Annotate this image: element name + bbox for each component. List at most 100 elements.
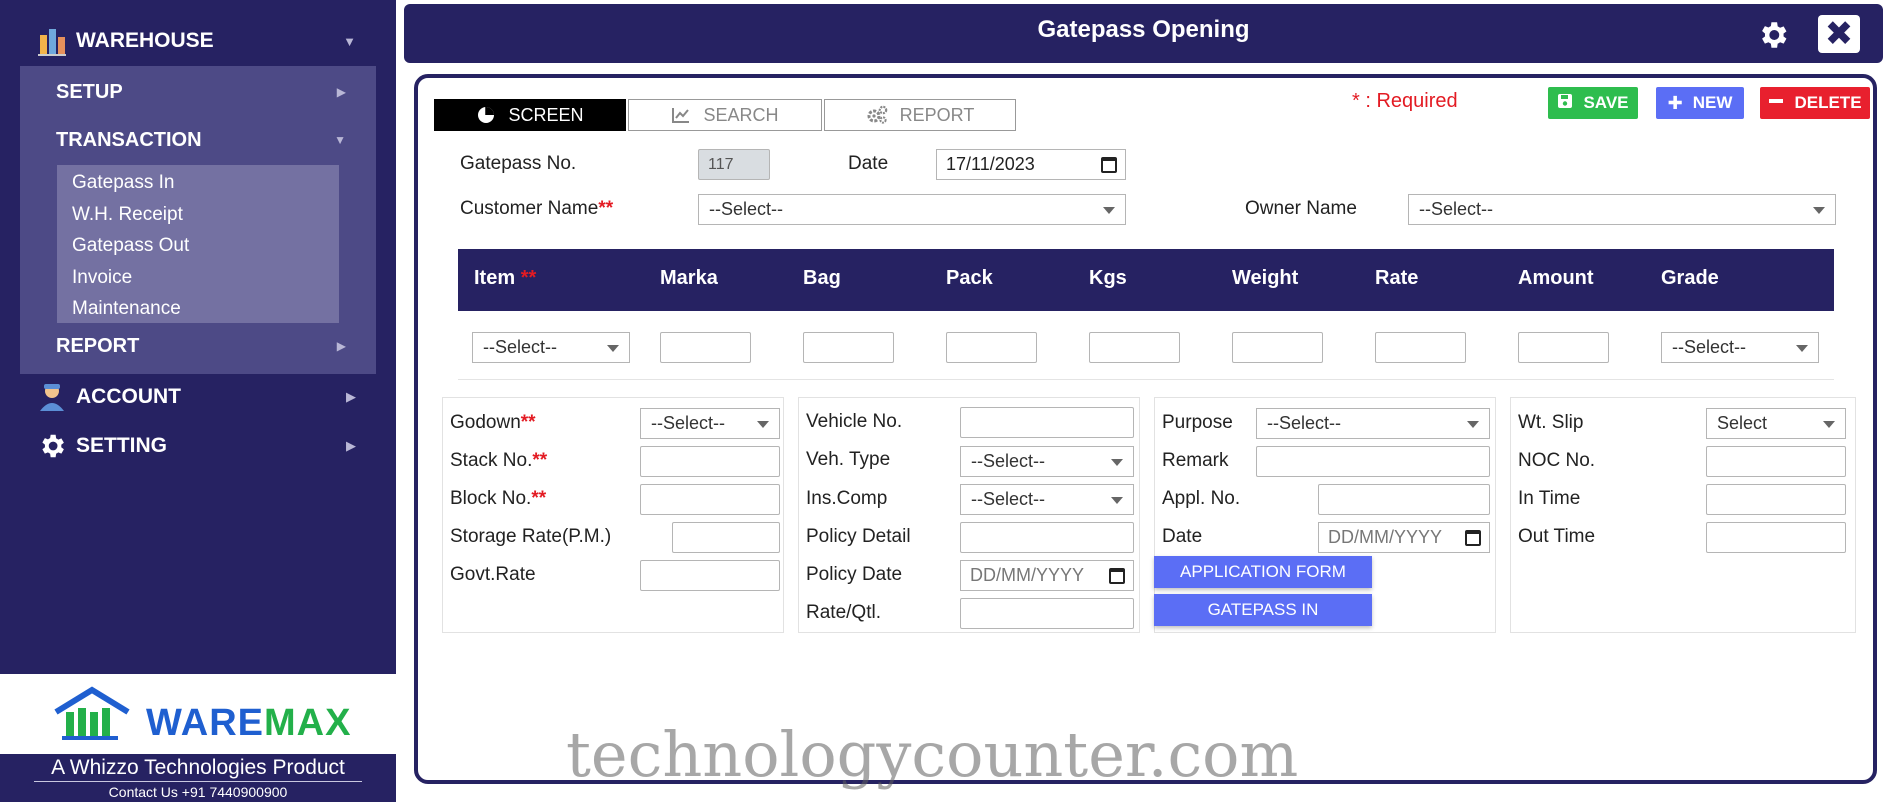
- new-label: NEW: [1692, 93, 1733, 112]
- warehouse-submenu: SETUP ▶ TRANSACTION ▼ Gatepass In W.H. R…: [20, 66, 376, 374]
- chevron-down-icon: [1796, 345, 1808, 352]
- floppy-icon: [1557, 93, 1573, 114]
- plus-icon: ✚: [1667, 92, 1683, 113]
- godown-value: --Select--: [651, 413, 726, 433]
- vehicle-no-label: Vehicle No.: [806, 411, 903, 432]
- kgs-input[interactable]: [1089, 332, 1180, 363]
- customer-name-select[interactable]: --Select--: [698, 194, 1126, 225]
- calendar-icon: [1101, 157, 1117, 173]
- in-time-input[interactable]: [1706, 484, 1846, 515]
- close-button[interactable]: ✖: [1818, 15, 1860, 53]
- tab-report[interactable]: REPORT: [824, 99, 1016, 131]
- bag-input[interactable]: [803, 332, 894, 363]
- date-input[interactable]: 17/11/2023: [936, 149, 1126, 180]
- date-value: 17/11/2023: [946, 154, 1035, 174]
- grade-select[interactable]: --Select--: [1661, 332, 1819, 363]
- logo-part-max: MAX: [264, 702, 352, 744]
- wt-slip-select[interactable]: Select: [1706, 408, 1846, 439]
- out-time-input[interactable]: [1706, 522, 1846, 553]
- block-no-label: Block No.**: [450, 488, 547, 509]
- appl-no-input[interactable]: [1318, 484, 1490, 515]
- ins-comp-value: --Select--: [971, 489, 1046, 509]
- block-no-input[interactable]: [640, 484, 780, 515]
- submenu-setup-label: SETUP: [56, 80, 123, 103]
- policy-detail-input[interactable]: [960, 522, 1134, 553]
- policy-date-input[interactable]: DD/MM/YYYY: [960, 560, 1134, 591]
- veh-type-label: Veh. Type: [806, 449, 891, 470]
- col-pack: Pack: [946, 267, 993, 289]
- purpose-select[interactable]: --Select--: [1256, 408, 1490, 439]
- customer-name-value: --Select--: [709, 199, 784, 219]
- govt-rate-input[interactable]: [640, 560, 780, 591]
- in-time-label: In Time: [1518, 488, 1581, 509]
- new-button[interactable]: ✚ NEW: [1656, 87, 1744, 119]
- col-weight: Weight: [1232, 267, 1299, 289]
- transaction-item-invoice[interactable]: Invoice: [57, 262, 339, 294]
- gatepass-in-button[interactable]: GATEPASS IN: [1154, 594, 1372, 626]
- minus-icon: [1768, 93, 1784, 114]
- rate-qtl-input[interactable]: [960, 598, 1134, 629]
- tab-screen[interactable]: SCREEN: [434, 99, 626, 131]
- amount-input[interactable]: [1518, 332, 1609, 363]
- tab-search[interactable]: SEARCH: [628, 99, 822, 131]
- required-note: * : Required: [1352, 90, 1458, 112]
- item-select[interactable]: --Select--: [472, 332, 630, 363]
- weight-input[interactable]: [1232, 332, 1323, 363]
- rate-qtl-label: Rate/Qtl.: [806, 602, 881, 623]
- stack-no-label: Stack No.**: [450, 450, 548, 471]
- ins-comp-select[interactable]: --Select--: [960, 484, 1134, 515]
- date-label: Date: [848, 153, 889, 174]
- gear-icon: [1762, 22, 1787, 48]
- save-label: SAVE: [1583, 93, 1629, 112]
- application-form-button[interactable]: APPLICATION FORM: [1154, 556, 1372, 588]
- pie-chart-icon: [476, 105, 496, 125]
- purpose-date-input[interactable]: DD/MM/YYYY: [1318, 522, 1490, 553]
- transaction-item-wh-receipt[interactable]: W.H. Receipt: [57, 199, 339, 231]
- rate-input[interactable]: [1375, 332, 1466, 363]
- veh-type-select[interactable]: --Select--: [960, 446, 1134, 477]
- menu-account[interactable]: ACCOUNT ▶: [36, 377, 356, 417]
- vehicle-no-input[interactable]: [960, 407, 1134, 438]
- chevron-down-icon: [1467, 421, 1479, 428]
- tab-screen-label: SCREEN: [508, 104, 584, 125]
- stack-no-input[interactable]: [640, 446, 780, 477]
- noc-no-label: NOC No.: [1518, 450, 1596, 471]
- chevron-down-icon: ▼: [334, 133, 346, 147]
- main-panel: SCREEN SEARCH REPORT * : Required SAVE ✚…: [414, 74, 1877, 784]
- transaction-item-gatepass-out[interactable]: Gatepass Out: [57, 230, 339, 262]
- gatepass-no-input[interactable]: 117: [698, 149, 770, 180]
- submenu-report[interactable]: REPORT ▶: [56, 329, 346, 363]
- purpose-date-placeholder: DD/MM/YYYY: [1328, 527, 1443, 547]
- save-button[interactable]: SAVE: [1548, 87, 1638, 119]
- godown-label: Godown**: [450, 412, 536, 433]
- noc-no-input[interactable]: [1706, 446, 1846, 477]
- policy-date-label: Policy Date: [806, 564, 903, 585]
- godown-select[interactable]: --Select--: [640, 408, 780, 439]
- calendar-icon: [1109, 568, 1125, 584]
- appl-no-label: Appl. No.: [1162, 488, 1241, 509]
- delete-button[interactable]: DELETE: [1760, 87, 1870, 119]
- remark-input[interactable]: [1256, 446, 1490, 477]
- item-grid-header: Item ** Marka Bag Pack Kgs Weight Rate A…: [458, 249, 1834, 311]
- submenu-transaction[interactable]: TRANSACTION ▼: [56, 123, 346, 157]
- wt-slip-label: Wt. Slip: [1518, 412, 1584, 433]
- settings-button[interactable]: [1756, 18, 1790, 52]
- chevron-down-icon: [1111, 497, 1123, 504]
- chevron-down-icon: [1813, 207, 1825, 214]
- submenu-setup[interactable]: SETUP ▶: [56, 75, 346, 109]
- owner-name-select[interactable]: --Select--: [1408, 194, 1836, 225]
- col-kgs: Kgs: [1089, 267, 1127, 289]
- owner-name-label: Owner Name: [1245, 198, 1357, 219]
- marka-input[interactable]: [660, 332, 751, 363]
- pack-input[interactable]: [946, 332, 1037, 363]
- menu-warehouse[interactable]: WAREHOUSE ▼: [36, 21, 356, 61]
- transaction-item-gatepass-in[interactable]: Gatepass In: [57, 167, 339, 199]
- grade-select-value: --Select--: [1672, 337, 1747, 357]
- menu-account-label: ACCOUNT: [76, 385, 181, 408]
- transaction-item-maintenance[interactable]: Maintenance: [57, 293, 339, 325]
- storage-rate-input[interactable]: [672, 522, 780, 553]
- menu-setting[interactable]: SETTING ▶: [36, 426, 356, 466]
- chevron-down-icon: [1103, 207, 1115, 214]
- page-title: Gatepass Opening: [1037, 16, 1250, 43]
- calendar-icon: [1465, 530, 1481, 546]
